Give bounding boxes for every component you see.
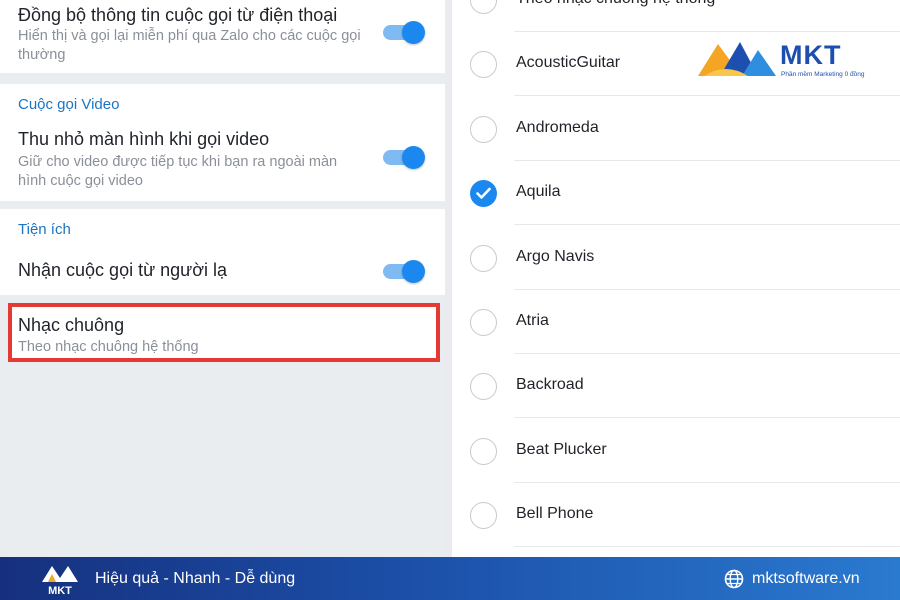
mkt-watermark-logo: MKT Phần mềm Marketing 0 đồng <box>696 38 866 82</box>
ringtone-option[interactable]: Aquila <box>452 161 900 226</box>
watermark-tagline: Phần mềm Marketing 0 đồng <box>781 71 865 78</box>
ringtone-option-label: Bell Phone <box>516 505 594 523</box>
radio-icon[interactable] <box>470 115 497 143</box>
ringtone-row[interactable]: Nhạc chuông Theo nhạc chuông hệ thống <box>8 303 440 362</box>
ringtone-option[interactable]: Theo nhạc chuông hệ thống <box>452 0 900 32</box>
footer-logo-icon: MKT <box>42 566 78 597</box>
footer-website[interactable]: mktsoftware.vn <box>752 570 860 588</box>
radio-icon[interactable] <box>470 244 497 272</box>
footer-logo-text: MKT <box>48 585 72 597</box>
ringtone-option[interactable]: Atria <box>452 290 900 354</box>
strangers-call-toggle[interactable] <box>383 260 425 283</box>
watermark-brand: MKT <box>780 40 842 70</box>
mkt-mountain-icon <box>698 42 776 76</box>
ringtone-option-label: AcousticGuitar <box>516 54 621 72</box>
sync-call-row[interactable]: Đồng bộ thông tin cuộc gọi từ điện thoại… <box>0 0 445 73</box>
ringtone-option-label: Andromeda <box>516 118 599 136</box>
radio-icon[interactable] <box>470 373 497 401</box>
footer-banner: MKT Hiệu quả - Nhanh - Dễ dùng mktsoftwa… <box>0 557 900 600</box>
divider <box>514 546 900 548</box>
ringtone-list: Theo nhạc chuông hệ thống AcousticGuitar A… <box>452 0 900 557</box>
ringtone-option-label: Beat Plucker <box>516 440 607 458</box>
minimize-video-toggle[interactable] <box>383 146 425 169</box>
radio-icon[interactable] <box>470 502 497 530</box>
sync-call-subtitle: Hiển thị và gọi lại miễn phí qua Zalo ch… <box>18 28 361 63</box>
minimize-video-title: Thu nhỏ màn hình khi gọi video <box>18 129 270 149</box>
radio-icon[interactable] <box>470 309 497 336</box>
radio-checked-icon[interactable] <box>470 180 497 208</box>
ringtone-option-label: Argo Navis <box>516 247 595 265</box>
radio-icon[interactable] <box>470 437 497 465</box>
sync-call-toggle[interactable] <box>383 21 425 44</box>
ringtone-option-label: Aquila <box>516 183 561 201</box>
ringtone-title: Nhạc chuông <box>18 315 125 335</box>
sync-call-title: Đồng bộ thông tin cuộc gọi từ điện thoại <box>18 5 338 25</box>
ringtone-option-label: Theo nhạc chuông hệ thống <box>516 0 715 8</box>
ringtone-option-label: Backroad <box>516 376 584 394</box>
call-settings-panel: Đồng bộ thông tin cuộc gọi từ điện thoại… <box>0 0 445 557</box>
radio-icon[interactable] <box>470 51 497 79</box>
ringtone-option[interactable]: Beat Plucker <box>452 419 900 483</box>
ringtone-option[interactable]: Andromeda <box>452 97 900 161</box>
ringtone-subtitle: Theo nhạc chuông hệ thống <box>18 339 199 355</box>
globe-icon <box>724 569 744 589</box>
ringtone-option[interactable]: Backroad <box>452 354 900 419</box>
ringtone-option[interactable]: Argo Navis <box>452 226 900 290</box>
radio-icon[interactable] <box>470 0 497 14</box>
utility-section-heading: Tiện ích <box>18 221 71 238</box>
strangers-call-title: Nhận cuộc gọi từ người lạ <box>18 260 228 280</box>
footer-slogan: Hiệu quả - Nhanh - Dễ dùng <box>95 570 296 587</box>
ringtone-option[interactable]: Bell Phone <box>452 483 900 548</box>
video-call-section-heading: Cuộc gọi Video <box>18 96 120 113</box>
utility-section: Tiện ích Nhận cuộc gọi từ người lạ <box>0 209 445 295</box>
video-call-section: Cuộc gọi Video Thu nhỏ màn hình khi gọi … <box>0 84 445 201</box>
ringtone-option-label: Atria <box>516 312 549 329</box>
minimize-video-subtitle: Giữ cho video được tiếp tục khi bạn ra n… <box>18 154 338 189</box>
